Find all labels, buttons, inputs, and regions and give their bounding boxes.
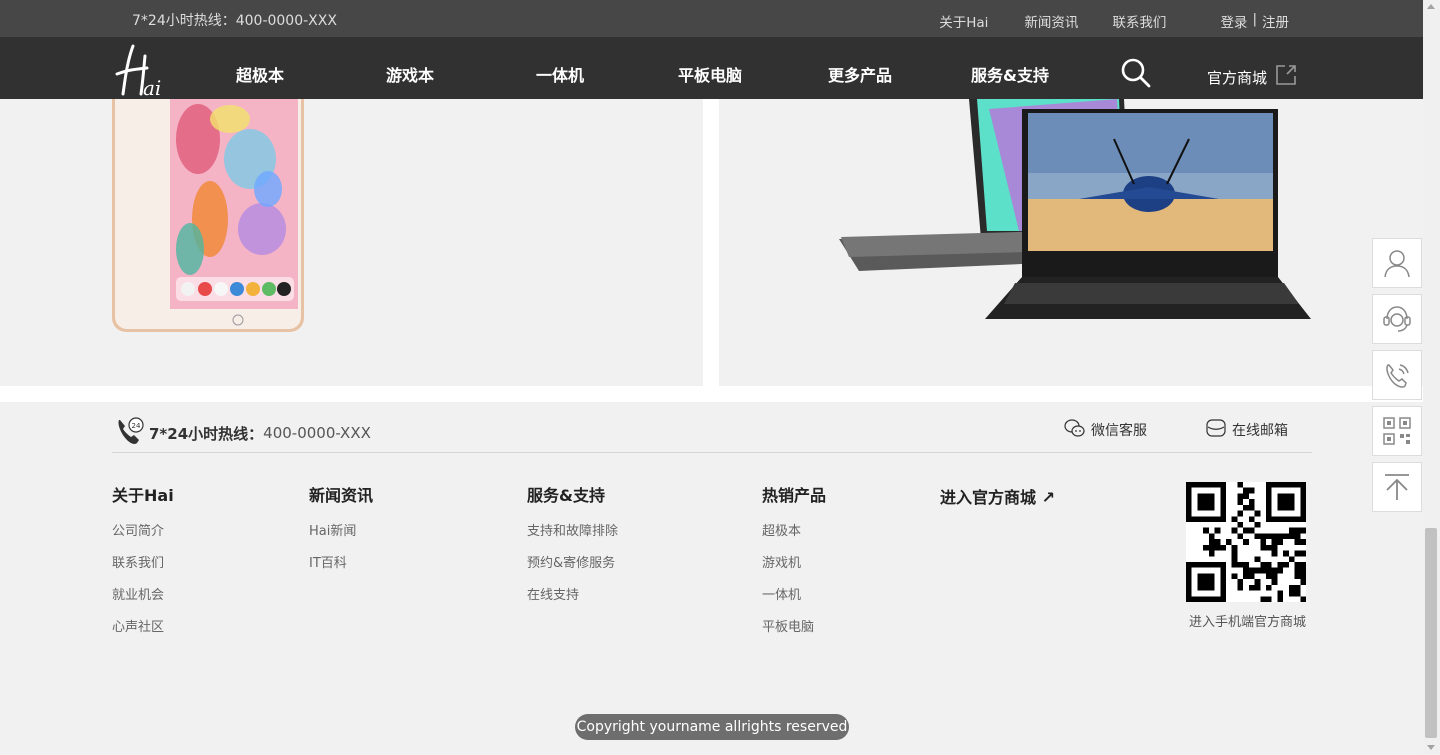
user-icon[interactable] xyxy=(1372,238,1422,288)
qrcode-icon[interactable] xyxy=(1372,406,1422,456)
footer-link[interactable]: 一体机 xyxy=(762,584,826,603)
login-link[interactable]: 登录 xyxy=(1220,11,1247,31)
footer-hotline-label: 7*24小时热线： xyxy=(149,424,264,443)
topbar-link-news[interactable]: 新闻资讯 xyxy=(1024,11,1078,31)
footer-col-title: 关于Hai xyxy=(112,486,174,505)
footer-link[interactable]: 超极本 xyxy=(762,520,826,539)
scroll-up-arrow-icon[interactable] xyxy=(1427,4,1435,9)
footer-col-service: 服务&支持 支持和故障排除 预约&寄修服务 在线支持 xyxy=(527,482,618,616)
footer-link[interactable]: 游戏机 xyxy=(762,552,826,571)
footer-link[interactable]: 公司简介 xyxy=(112,520,174,539)
footer-link[interactable]: 在线支持 xyxy=(527,584,618,603)
footer-link[interactable]: 心声社区 xyxy=(112,616,174,635)
footer-link[interactable]: IT百科 xyxy=(309,552,373,571)
site-footer: 24 7*24小时热线： 400-0000-XXX 微信客服 在线邮箱 关于Ha… xyxy=(0,402,1423,755)
customer-service-icon[interactable] xyxy=(1372,294,1422,344)
side-float-bar xyxy=(1372,238,1422,518)
svg-text:24: 24 xyxy=(132,422,141,430)
footer-link[interactable]: 就业机会 xyxy=(112,584,174,603)
register-link[interactable]: 注册 xyxy=(1262,11,1289,31)
login-separator: | xyxy=(1252,11,1257,27)
nav-tablet[interactable]: 平板电脑 xyxy=(678,62,742,86)
panel-divider xyxy=(703,99,719,386)
wechat-icon xyxy=(1064,418,1085,442)
footer-link[interactable]: 支持和故障排除 xyxy=(527,520,618,539)
section-gap xyxy=(0,386,1423,402)
topbar-link-about[interactable]: 关于Hai xyxy=(939,11,988,31)
copyright-notice: Copyright yourname allrights reserved xyxy=(575,714,849,740)
laptop-banner[interactable] xyxy=(719,99,1423,386)
tablet-banner[interactable] xyxy=(0,99,703,386)
topbar-links: 关于Hai 新闻资讯 联系我们 登录 | 注册 xyxy=(939,11,1289,31)
footer-mall-link[interactable]: 进入官方商城 ↗ xyxy=(940,484,1055,508)
laptop-image xyxy=(839,99,1311,319)
qrcode-caption: 进入手机端官方商城 xyxy=(1189,615,1307,630)
nav-all-in-one[interactable]: 一体机 xyxy=(536,62,584,86)
phone-24h-icon: 24 xyxy=(115,416,145,450)
wechat-service-link[interactable]: 微信客服 xyxy=(1064,418,1147,442)
top-bar: 7*24小时热线：400-0000-XXX 关于Hai 新闻资讯 联系我们 登录… xyxy=(0,0,1423,37)
svg-text:ai: ai xyxy=(143,76,161,100)
scroll-down-arrow-icon[interactable] xyxy=(1427,745,1435,750)
scrollbar-thumb[interactable] xyxy=(1425,528,1437,738)
footer-col-title: 新闻资讯 xyxy=(309,486,374,505)
main-nav: ai 超极本 游戏本 一体机 平板电脑 更多产品 服务&支持 官方商城 xyxy=(0,37,1423,100)
footer-col-hot-products: 热销产品 超极本 游戏机 一体机 平板电脑 xyxy=(762,482,826,648)
footer-link[interactable]: 预约&寄修服务 xyxy=(527,552,618,571)
official-mall-link[interactable]: 官方商城 xyxy=(1207,64,1297,90)
brand-logo[interactable]: ai xyxy=(113,40,169,100)
topbar-hotline: 7*24小时热线：400-0000-XXX xyxy=(132,13,337,29)
tablet-image xyxy=(112,99,304,332)
back-to-top-icon[interactable] xyxy=(1372,462,1422,512)
footer-col-title: 热销产品 xyxy=(762,486,827,505)
footer-col-title: 服务&支持 xyxy=(527,486,605,505)
nav-more-products[interactable]: 更多产品 xyxy=(828,62,892,86)
online-email-label: 在线邮箱 xyxy=(1232,423,1288,439)
footer-divider xyxy=(112,452,1312,453)
footer-hotline-number: 400-0000-XXX xyxy=(263,424,371,442)
nav-gaming-laptop[interactable]: 游戏本 xyxy=(386,62,434,86)
online-email-link[interactable]: 在线邮箱 xyxy=(1206,418,1288,442)
external-link-icon xyxy=(1275,64,1297,90)
footer-link[interactable]: Hai新闻 xyxy=(309,520,373,539)
wechat-service-label: 微信客服 xyxy=(1091,423,1147,439)
mailbox-icon xyxy=(1206,418,1226,442)
mobile-mall-qrcode xyxy=(1186,482,1306,602)
footer-col-about: 关于Hai 公司简介 联系我们 就业机会 心声社区 xyxy=(112,482,174,648)
phone-icon[interactable] xyxy=(1372,350,1422,400)
footer-col-news: 新闻资讯 Hai新闻 IT百科 xyxy=(309,482,373,584)
search-icon[interactable] xyxy=(1120,57,1152,89)
topbar-link-contact[interactable]: 联系我们 xyxy=(1112,11,1166,31)
official-mall-label: 官方商城 xyxy=(1207,68,1268,87)
footer-hotline: 24 7*24小时热线： 400-0000-XXX xyxy=(115,416,371,450)
nav-ultrabook[interactable]: 超极本 xyxy=(236,62,284,86)
footer-link[interactable]: 联系我们 xyxy=(112,552,174,571)
footer-link[interactable]: 平板电脑 xyxy=(762,616,826,635)
nav-service-support[interactable]: 服务&支持 xyxy=(971,62,1049,86)
